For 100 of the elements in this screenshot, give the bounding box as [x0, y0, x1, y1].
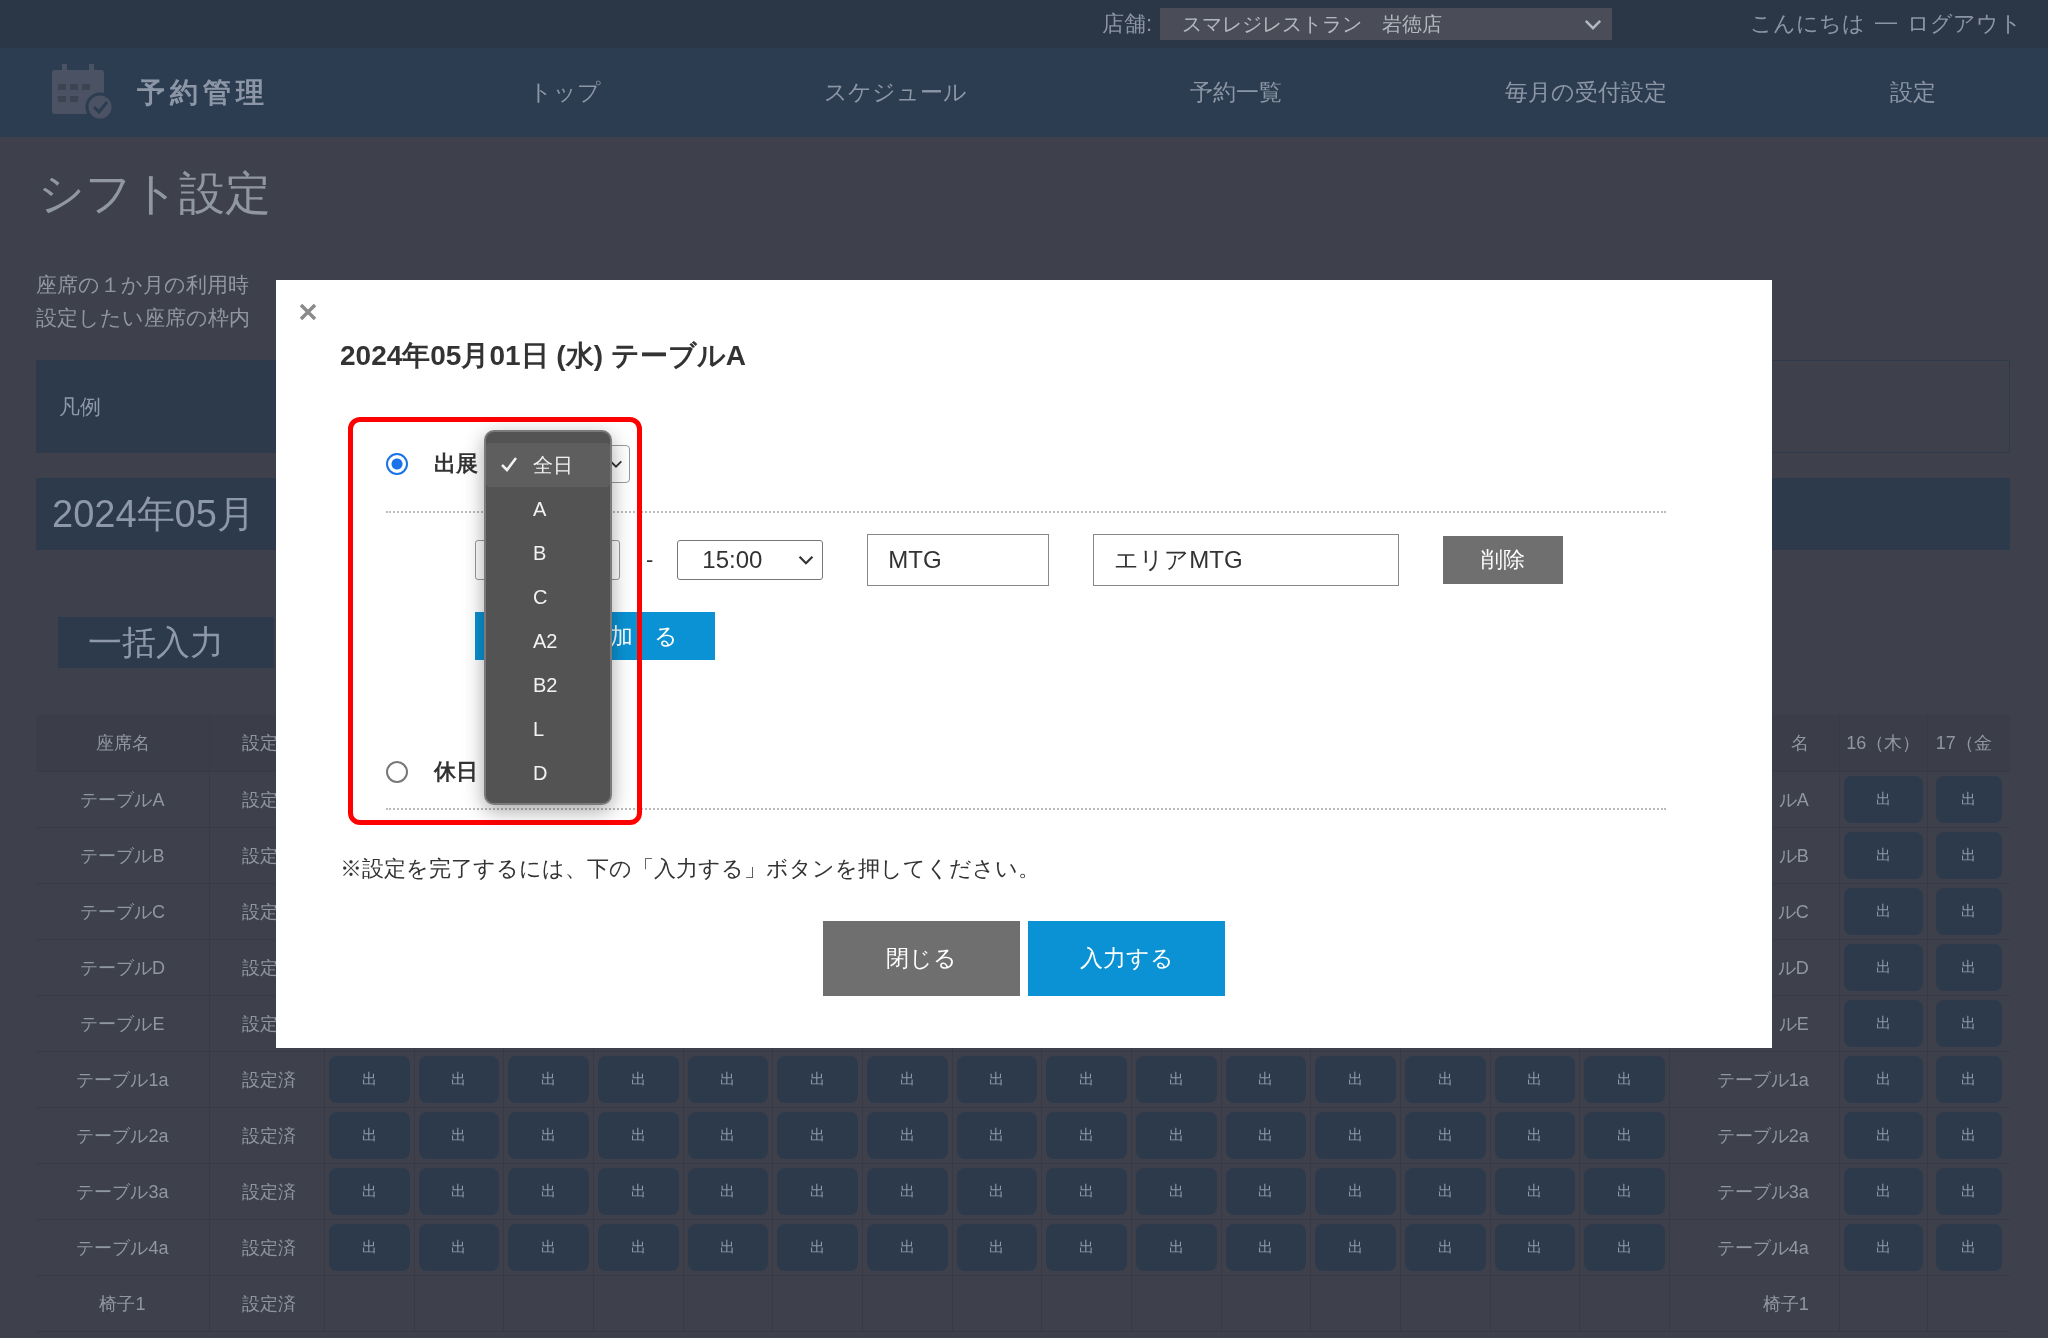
- shift-button[interactable]: 出: [956, 1224, 1038, 1271]
- shift-button[interactable]: 出: [777, 1224, 858, 1271]
- dropdown-option[interactable]: L: [486, 707, 610, 751]
- shift-button[interactable]: 出: [1494, 1056, 1576, 1103]
- shift-button[interactable]: 出: [1935, 1168, 2002, 1215]
- logout-link[interactable]: ログアウト: [1907, 9, 2022, 39]
- shift-button[interactable]: 出: [597, 1168, 679, 1215]
- dropdown-option[interactable]: 全日: [486, 443, 610, 487]
- shift-button[interactable]: 出: [1135, 1224, 1217, 1271]
- shift-button[interactable]: 出: [1935, 832, 2002, 879]
- shift-button[interactable]: 出: [329, 1056, 410, 1103]
- area-input-field[interactable]: エリアMTG: [1093, 534, 1400, 586]
- shift-button[interactable]: 出: [597, 1056, 679, 1103]
- shift-button[interactable]: 出: [1046, 1112, 1127, 1159]
- shift-button[interactable]: 出: [1935, 1000, 2002, 1047]
- shift-button[interactable]: 出: [1315, 1224, 1396, 1271]
- shift-button[interactable]: 出: [1404, 1112, 1486, 1159]
- nav-link[interactable]: トップ: [528, 77, 601, 108]
- shift-button[interactable]: 出: [418, 1112, 500, 1159]
- shift-button[interactable]: 出: [329, 1224, 410, 1271]
- shift-button[interactable]: 出: [1584, 1112, 1665, 1159]
- shift-button[interactable]: 出: [1843, 832, 1923, 879]
- shift-button[interactable]: 出: [1135, 1112, 1217, 1159]
- shift-button[interactable]: 出: [1843, 1000, 1923, 1047]
- shift-button[interactable]: 出: [1584, 1224, 1665, 1271]
- shift-button[interactable]: 出: [1135, 1056, 1217, 1103]
- shift-button[interactable]: 出: [508, 1056, 589, 1103]
- bulk-input-button[interactable]: 一括入力: [58, 617, 274, 668]
- shift-button[interactable]: 出: [1404, 1168, 1486, 1215]
- nav-link[interactable]: 毎月の受付設定: [1505, 77, 1668, 108]
- nav-link[interactable]: スケジュール: [823, 77, 967, 108]
- shift-button[interactable]: 出: [1315, 1168, 1396, 1215]
- shift-button[interactable]: 出: [1843, 1056, 1923, 1103]
- shift-button[interactable]: 出: [1935, 944, 2002, 991]
- submit-button[interactable]: 入力する: [1028, 921, 1225, 996]
- shift-button[interactable]: 出: [1135, 1168, 1217, 1215]
- dropdown-option[interactable]: B2: [486, 663, 610, 707]
- dropdown-option[interactable]: A: [486, 487, 610, 531]
- shift-button[interactable]: 出: [1843, 776, 1923, 823]
- shift-button[interactable]: 出: [1843, 888, 1923, 935]
- shift-button[interactable]: 出: [777, 1168, 858, 1215]
- shift-button[interactable]: 出: [508, 1168, 589, 1215]
- shift-button[interactable]: 出: [1935, 776, 2002, 823]
- shift-button[interactable]: 出: [687, 1112, 769, 1159]
- title-input-field[interactable]: MTG: [867, 534, 1050, 586]
- radio-button[interactable]: [386, 761, 408, 783]
- nav-link[interactable]: 設定: [1890, 77, 1937, 108]
- end-time-select[interactable]: 15:00: [677, 540, 824, 580]
- shift-button[interactable]: 出: [956, 1112, 1038, 1159]
- shift-button[interactable]: 出: [687, 1168, 769, 1215]
- shift-button[interactable]: 出: [1315, 1056, 1396, 1103]
- shift-button[interactable]: 出: [1935, 1224, 2002, 1271]
- shift-button[interactable]: 出: [508, 1112, 589, 1159]
- shift-button[interactable]: 出: [687, 1056, 769, 1103]
- radio-button[interactable]: [386, 453, 408, 475]
- shift-button[interactable]: 出: [687, 1224, 769, 1271]
- shift-button[interactable]: 出: [1046, 1056, 1127, 1103]
- shift-button[interactable]: 出: [956, 1168, 1038, 1215]
- shift-button[interactable]: 出: [1225, 1224, 1307, 1271]
- shift-button[interactable]: 出: [418, 1224, 500, 1271]
- shift-button[interactable]: 出: [1494, 1112, 1576, 1159]
- shift-button[interactable]: 出: [1225, 1056, 1307, 1103]
- shift-button[interactable]: 出: [956, 1056, 1038, 1103]
- dropdown-option[interactable]: D: [486, 751, 610, 795]
- shift-button[interactable]: 出: [329, 1168, 410, 1215]
- dropdown-option[interactable]: C: [486, 575, 610, 619]
- shift-button[interactable]: 出: [1404, 1056, 1486, 1103]
- shift-button[interactable]: 出: [418, 1168, 500, 1215]
- shift-button[interactable]: 出: [1225, 1112, 1307, 1159]
- shift-button[interactable]: 出: [597, 1224, 679, 1271]
- shift-button[interactable]: 出: [866, 1224, 948, 1271]
- shift-button[interactable]: 出: [1843, 944, 1923, 991]
- shift-button[interactable]: 出: [1935, 888, 2002, 935]
- close-button[interactable]: 閉じる: [823, 921, 1020, 996]
- shift-button[interactable]: 出: [777, 1056, 858, 1103]
- shift-button[interactable]: 出: [1494, 1168, 1576, 1215]
- shift-button[interactable]: 出: [418, 1056, 500, 1103]
- shift-button[interactable]: 出: [866, 1112, 948, 1159]
- shift-button[interactable]: 出: [1315, 1112, 1396, 1159]
- shift-button[interactable]: 出: [329, 1112, 410, 1159]
- shift-button[interactable]: 出: [1494, 1224, 1576, 1271]
- store-select[interactable]: スマレジレストラン 岩徳店: [1160, 8, 1612, 40]
- shift-button[interactable]: 出: [777, 1112, 858, 1159]
- shift-button[interactable]: 出: [1843, 1112, 1923, 1159]
- dropdown-option[interactable]: A2: [486, 619, 610, 663]
- shift-button[interactable]: 出: [866, 1056, 948, 1103]
- shift-button[interactable]: 出: [1404, 1224, 1486, 1271]
- shift-button[interactable]: 出: [508, 1224, 589, 1271]
- shift-button[interactable]: 出: [597, 1112, 679, 1159]
- shift-button[interactable]: 出: [1584, 1056, 1665, 1103]
- shift-button[interactable]: 出: [866, 1168, 948, 1215]
- shift-button[interactable]: 出: [1935, 1112, 2002, 1159]
- shift-button[interactable]: 出: [1935, 1056, 2002, 1103]
- shift-button[interactable]: 出: [1046, 1224, 1127, 1271]
- nav-link[interactable]: 予約一覧: [1189, 77, 1282, 108]
- shift-button[interactable]: 出: [1584, 1168, 1665, 1215]
- delete-button[interactable]: 削除: [1443, 536, 1564, 584]
- shift-button[interactable]: 出: [1046, 1168, 1127, 1215]
- shift-button[interactable]: 出: [1843, 1224, 1923, 1271]
- shift-button[interactable]: 出: [1843, 1168, 1923, 1215]
